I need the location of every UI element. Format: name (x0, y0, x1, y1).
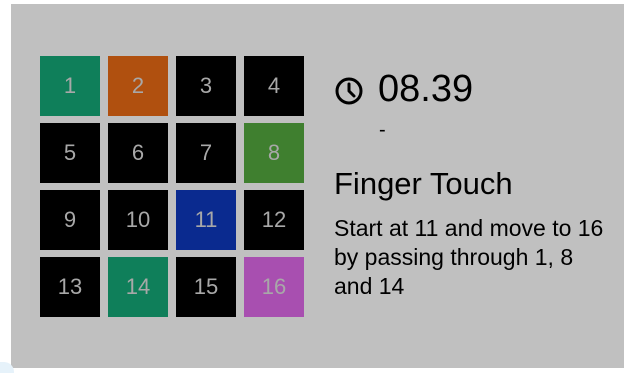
clock-icon (335, 77, 363, 105)
info-panel: 08.39 - Finger Touch Start at 11 and mov… (334, 64, 624, 301)
tile-2[interactable]: 2 (108, 56, 168, 116)
game-title: Finger Touch (334, 166, 513, 201)
tile-grid: 1 2 3 4 5 6 7 8 9 10 11 12 13 14 15 16 (40, 56, 304, 317)
tile-5[interactable]: 5 (40, 123, 100, 183)
tile-4[interactable]: 4 (244, 56, 304, 116)
tile-9[interactable]: 9 (40, 190, 100, 250)
status-dash: - (379, 119, 386, 141)
tile-10[interactable]: 10 (108, 190, 168, 250)
tile-16[interactable]: 16 (244, 257, 304, 317)
tile-11[interactable]: 11 (176, 190, 236, 250)
tile-8[interactable]: 8 (244, 123, 304, 183)
tile-7[interactable]: 7 (176, 123, 236, 183)
instructions-text: Start at 11 and move to 16 by passing th… (334, 215, 604, 299)
tile-14[interactable]: 14 (108, 257, 168, 317)
timer-row: 08.39 (334, 64, 624, 114)
tile-3[interactable]: 3 (176, 56, 236, 116)
tile-6[interactable]: 6 (108, 123, 168, 183)
timer-value: 08.39 (378, 68, 474, 110)
tile-12[interactable]: 12 (244, 190, 304, 250)
tile-15[interactable]: 15 (176, 257, 236, 317)
tile-1[interactable]: 1 (40, 56, 100, 116)
tile-13[interactable]: 13 (40, 257, 100, 317)
game-panel: 1 2 3 4 5 6 7 8 9 10 11 12 13 14 15 16 08.39 - Finger T… (11, 4, 624, 368)
